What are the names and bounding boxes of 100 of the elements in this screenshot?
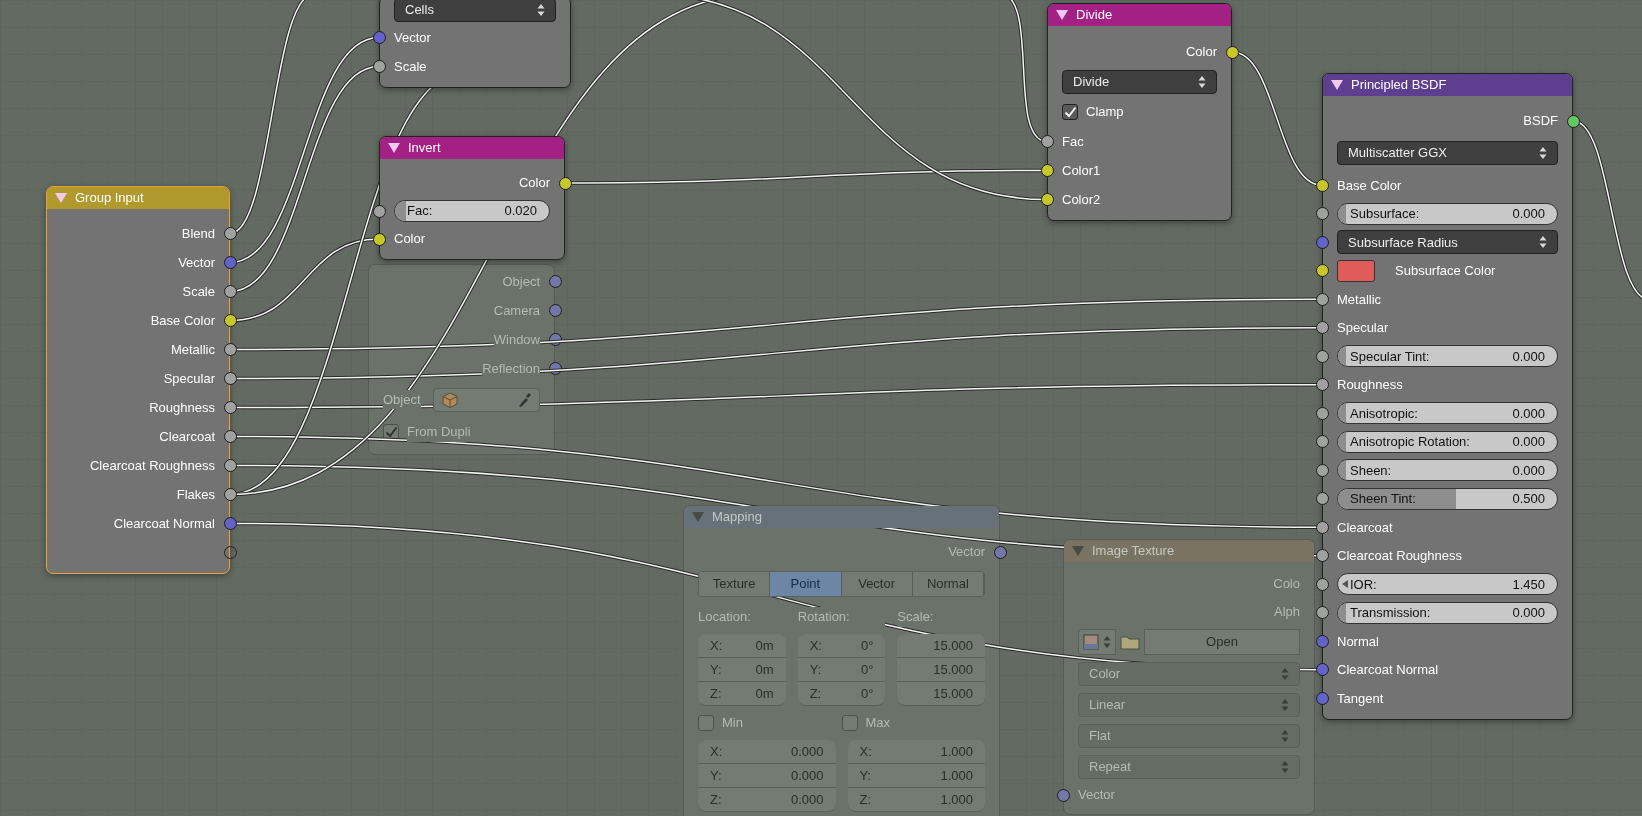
object-field[interactable] [432,387,540,412]
tab[interactable]: Point [770,572,842,596]
node-title: Invert [408,139,441,158]
number-field[interactable]: 15.000 [897,682,985,706]
tab[interactable]: Vector [841,572,913,596]
node-panel[interactable]: Cells Vector Scale [379,0,571,88]
node-header[interactable]: Divide [1048,4,1231,26]
updown-arrows-icon [1281,697,1289,712]
socket-label: Vector [178,253,215,272]
collapse-triangle-icon [692,512,704,522]
number-field[interactable]: 15.000 [897,658,985,682]
tab[interactable]: Texture [699,572,771,596]
number-field[interactable]: X: 0° [797,634,886,658]
node-panel[interactable]: Image Texture Colo Alph Open Color Linear Flat Repeat Vector [1063,539,1315,815]
left-arrow-icon [1342,580,1348,589]
socket-label: Normal [1337,632,1379,651]
number-field[interactable]: X: 0.000 [698,740,836,764]
dropdown[interactable]: Flat [1078,723,1300,748]
color-swatch[interactable] [1337,259,1375,282]
collapse-triangle-icon [1072,546,1084,556]
value-slider[interactable]: Transmission: 0.000 [1337,601,1558,624]
dropdown[interactable]: Cells [394,0,556,22]
node-header[interactable]: Mapping [684,506,999,528]
checkbox[interactable] [841,715,858,731]
cube-icon [441,391,458,408]
image-icon [1083,634,1099,650]
updown-arrows-icon [1281,759,1289,774]
checkbox[interactable] [1062,104,1078,120]
value-slider[interactable]: Specular Tint: 0.000 [1337,345,1558,368]
socket-label: Base Color [150,311,215,330]
number-field[interactable]: Y: 1.000 [847,764,985,788]
collapse-triangle-icon [55,193,67,203]
eyedropper-icon [517,391,531,408]
dropdown[interactable]: Divide [1062,70,1217,94]
collapse-triangle-icon [1056,10,1068,20]
node-panel[interactable]: Object Camera Window Reflection Object From Dupli [368,264,555,455]
socket-label: Subsurface Color [1395,262,1496,280]
socket-label: Color1 [1062,161,1101,180]
socket-label: Color [394,230,426,249]
value-slider[interactable]: Anisotropic: 0.000 [1337,402,1558,425]
node-header[interactable]: Image Texture [1064,540,1314,562]
socket-label: Color2 [1062,190,1101,209]
socket-label: Color [1185,43,1217,62]
dropdown[interactable]: Multiscatter GGX [1337,141,1558,165]
socket-label: Metallic [170,340,215,359]
socket-label: Clearcoat [159,427,215,446]
number-field[interactable]: Z: 0.000 [698,788,836,812]
dropdown[interactable]: Subsurface Radius [1337,230,1558,255]
open-button[interactable]: Open [1144,629,1300,655]
socket-label: Blend [181,224,215,243]
number-field[interactable]: IOR: 1.450 [1337,573,1558,596]
value-slider[interactable]: Anisotropic Rotation: 0.000 [1337,430,1558,453]
node-panel[interactable] [1322,73,1573,720]
value-slider[interactable]: Subsurface: 0.000 [1337,202,1558,225]
number-field[interactable]: 15.000 [897,634,985,658]
collapse-triangle-icon [388,143,400,153]
checkmark-icon [1063,106,1077,118]
socket-label: Clearcoat Roughness [1337,547,1463,565]
tab[interactable]: Normal [912,572,984,596]
value-slider[interactable]: Fac: 0.020 [394,200,550,222]
number-field[interactable]: X: 0m [698,634,786,658]
field-label: Object [383,389,421,410]
number-field[interactable]: Z: 1.000 [847,788,985,812]
updown-arrows-icon [1539,235,1547,250]
number-field[interactable]: Y: 0.000 [698,764,836,788]
node-panel[interactable]: Divide Color Divide Clamp Fac Color1 Color2 [1047,3,1232,221]
updown-arrows-icon [1281,666,1289,681]
checkbox[interactable] [698,715,714,731]
folder-icon [1120,634,1140,650]
dropdown[interactable]: Repeat [1078,754,1300,779]
socket-label: Specular [1337,319,1389,337]
updown-arrows-icon [1103,635,1111,649]
socket-label: Clearcoat Roughness [89,456,215,475]
socket-label: Base Color [1337,176,1402,195]
value-slider[interactable]: Sheen Tint: 0.500 [1337,487,1558,510]
node-title: Principled BSDF [1351,76,1447,95]
number-field[interactable]: Y: 0° [797,658,886,682]
dropdown[interactable]: Linear [1078,692,1300,717]
node-panel[interactable]: Mapping Vector Texture Point Vector Normal Location: Rotation: Scale: X: 0m Y: 0m Z: 0m X: 0° Y: 0° Z: 0° 15.000 15.000 15.000 Min Max X: 0.000 Y: 0.000 Z: 0.000 X: 1.000 Y: 1.000 Z: 1.000 [683,505,1000,816]
node-header[interactable]: Principled BSDF [1323,74,1572,96]
collapse-triangle-icon [1331,80,1343,90]
value-slider[interactable]: Sheen: 0.000 [1337,459,1558,482]
socket-label: Clearcoat Normal [1337,661,1439,679]
node-header[interactable]: Group Input [47,187,229,209]
number-field[interactable]: Z: 0m [698,682,786,706]
image-browse-button[interactable] [1078,629,1116,655]
updown-arrows-icon [1281,728,1289,743]
updown-arrows-icon [1198,75,1206,89]
dropdown[interactable]: Color [1078,661,1300,686]
node-panel[interactable]: Invert Color Fac: 0.020 Color [379,136,565,260]
node-header[interactable]: Invert [380,137,564,159]
number-field[interactable]: Z: 0° [797,682,886,706]
number-field[interactable]: X: 1.000 [847,740,985,764]
socket-label: Scale [182,282,215,301]
checkbox-label: Clamp [1086,103,1124,122]
socket-label: Specular [163,369,215,388]
socket-label: Tangent [1337,689,1384,708]
node-panel[interactable]: Group Input Blend Vector Scale Base Color Metallic Specular Roughness Clearcoat Clearcoat Roughness Flakes Clearcoat Normal [46,186,230,574]
number-field[interactable]: Y: 0m [698,658,786,682]
socket-label: BSDF [1523,112,1558,131]
